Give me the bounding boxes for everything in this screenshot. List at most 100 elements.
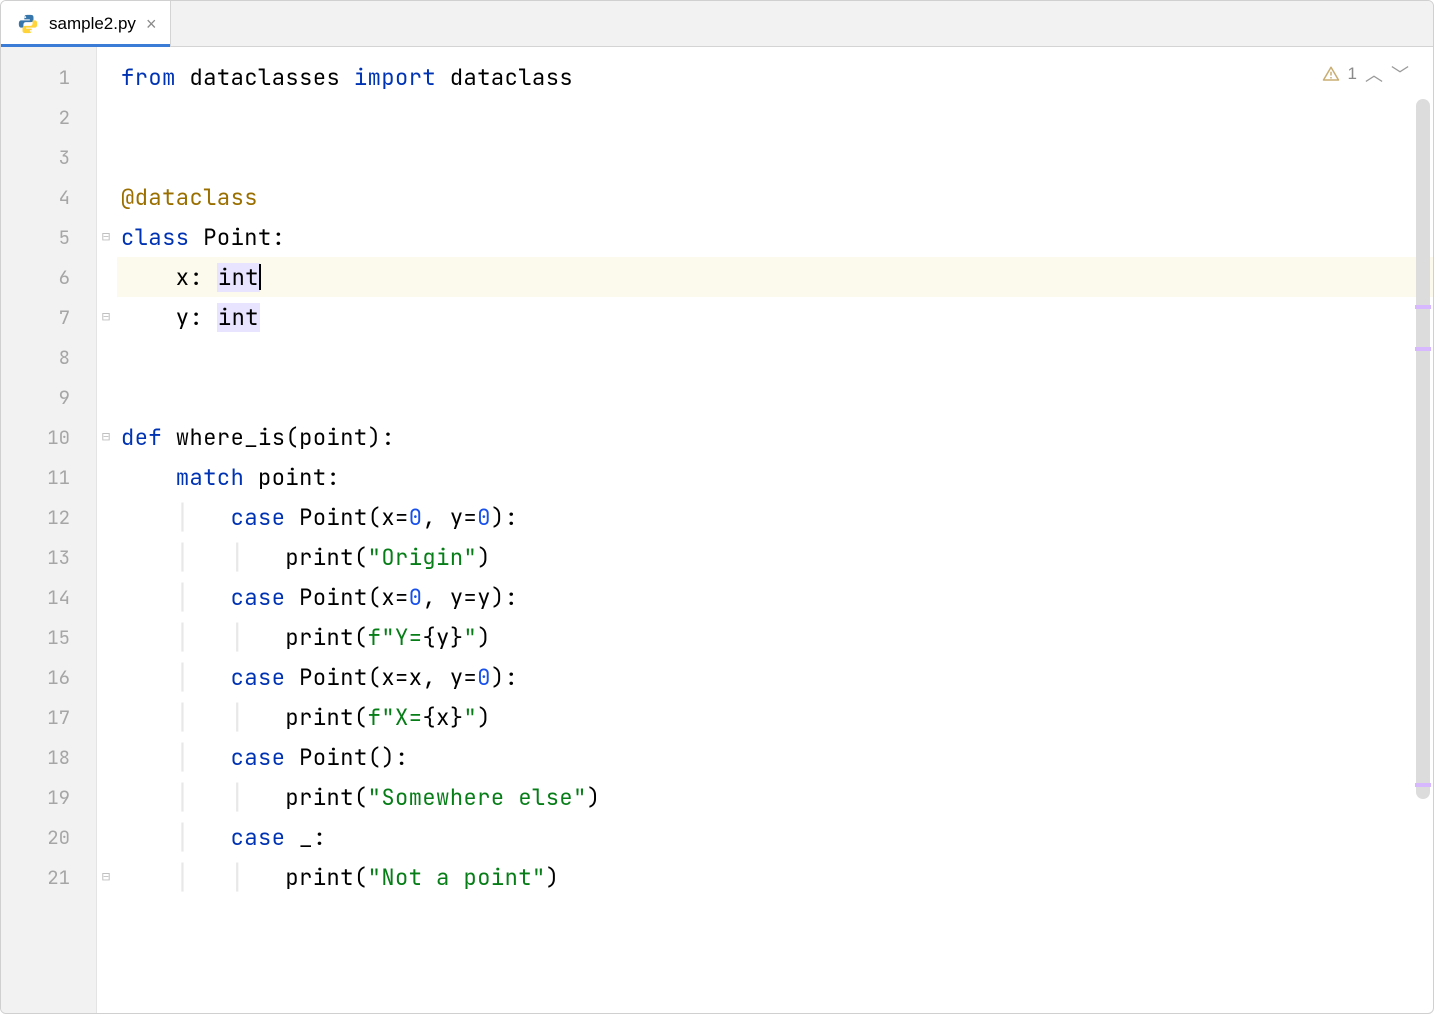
code-token: print( xyxy=(285,863,367,892)
vertical-scrollbar[interactable] xyxy=(1416,99,1430,799)
code-token: where_is xyxy=(176,423,286,452)
tab-bar: sample2.py × xyxy=(1,1,1433,47)
code-line[interactable]: │ │ print("Origin") xyxy=(117,537,1433,577)
line-number[interactable]: 19 xyxy=(1,777,96,817)
code-token xyxy=(121,623,176,652)
code-line[interactable]: @dataclass xyxy=(117,177,1433,217)
code-token: 0 xyxy=(409,503,423,532)
code-line[interactable]: from dataclasses import dataclass xyxy=(117,57,1433,97)
line-number[interactable]: 4 xyxy=(1,177,96,217)
line-number[interactable]: 7 xyxy=(1,297,96,337)
line-number[interactable]: 12 xyxy=(1,497,96,537)
code-line[interactable]: │ │ print(f"Y={y}") xyxy=(117,617,1433,657)
code-token: from xyxy=(121,63,190,92)
code-line[interactable] xyxy=(117,97,1433,137)
line-number[interactable]: 16 xyxy=(1,657,96,697)
code-line[interactable] xyxy=(117,337,1433,377)
code-token: dataclasses xyxy=(190,63,354,92)
code-line[interactable]: │ case Point(): xyxy=(117,737,1433,777)
code-token: Point: xyxy=(203,223,285,252)
code-token: print( xyxy=(285,783,367,812)
scrollbar-marker xyxy=(1415,347,1431,351)
code-token: def xyxy=(121,423,176,452)
code-line[interactable] xyxy=(117,377,1433,417)
code-line[interactable]: │ │ print(f"X={x}") xyxy=(117,697,1433,737)
code-token: "Somewhere else" xyxy=(368,783,587,812)
fold-strip[interactable]: ⊟ ⊟ ⊟ ⊟ xyxy=(97,47,117,1013)
code-token: Point(x= xyxy=(299,583,409,612)
python-file-icon xyxy=(17,13,39,35)
tab-sample2[interactable]: sample2.py × xyxy=(1,1,171,46)
code-line[interactable]: │ case Point(x=0, y=0): xyxy=(117,497,1433,537)
line-number[interactable]: 10 xyxy=(1,417,96,457)
code-area[interactable]: 1 ︿ ﹀ from dataclasses import dataclass @… xyxy=(117,47,1433,1013)
code-token: int xyxy=(217,263,260,292)
code-line[interactable]: │ case Point(x=0, y=y): xyxy=(117,577,1433,617)
code-token: , y=y): xyxy=(422,583,518,612)
code-token: f"Y= xyxy=(368,623,423,652)
code-token: @dataclass xyxy=(121,183,258,212)
code-token: print( xyxy=(285,703,367,732)
chevron-up-icon[interactable]: ︿ xyxy=(1365,61,1383,87)
line-number[interactable]: 18 xyxy=(1,737,96,777)
code-token: {x} xyxy=(422,703,463,732)
code-token: │ xyxy=(176,663,231,692)
code-token: ): xyxy=(491,663,518,692)
code-token: " xyxy=(464,623,478,652)
code-token: ) xyxy=(546,863,560,892)
code-token: f"X= xyxy=(368,703,423,732)
line-number[interactable]: 6 xyxy=(1,257,96,297)
fold-toggle-icon[interactable]: ⊟ xyxy=(97,868,115,886)
line-number[interactable]: 21 xyxy=(1,857,96,897)
code-token: case xyxy=(231,743,300,772)
line-number[interactable]: 13 xyxy=(1,537,96,577)
code-token: │ │ xyxy=(176,703,286,732)
line-number[interactable]: 1 xyxy=(1,57,96,97)
line-number-gutter[interactable]: 123456789101112131415161718192021 xyxy=(1,47,97,1013)
line-number[interactable]: 3 xyxy=(1,137,96,177)
editor-body: 123456789101112131415161718192021 ⊟⊟⊟⊟ 1… xyxy=(1,47,1433,1013)
code-token: ) xyxy=(477,623,491,652)
fold-toggle-icon[interactable]: ⊟ xyxy=(97,308,115,326)
code-token: import xyxy=(354,63,450,92)
fold-toggle-icon[interactable]: ⊟ xyxy=(97,228,115,246)
code-token: , y= xyxy=(422,503,477,532)
code-token: case xyxy=(231,823,300,852)
line-number[interactable]: 9 xyxy=(1,377,96,417)
code-token: point: xyxy=(258,463,340,492)
chevron-down-icon[interactable]: ﹀ xyxy=(1391,61,1409,87)
code-line[interactable]: def where_is(point): xyxy=(117,417,1433,457)
line-number[interactable]: 17 xyxy=(1,697,96,737)
fold-toggle-icon[interactable]: ⊟ xyxy=(97,428,115,446)
code-line[interactable]: x: int xyxy=(117,257,1433,297)
line-number[interactable]: 15 xyxy=(1,617,96,657)
code-token xyxy=(121,823,176,852)
code-token: case xyxy=(231,663,300,692)
code-token: ) xyxy=(587,783,601,812)
code-line[interactable]: │ │ print("Somewhere else") xyxy=(117,777,1433,817)
code-token: {y} xyxy=(422,623,463,652)
line-number[interactable]: 8 xyxy=(1,337,96,377)
code-line[interactable]: match point: xyxy=(117,457,1433,497)
code-line[interactable]: y: int xyxy=(117,297,1433,337)
code-line[interactable] xyxy=(117,137,1433,177)
code-line[interactable]: │ │ print("Not a point") xyxy=(117,857,1433,897)
line-number[interactable]: 11 xyxy=(1,457,96,497)
code-token: │ xyxy=(176,743,231,772)
code-token xyxy=(121,663,176,692)
code-token: ): xyxy=(491,503,518,532)
tab-close-icon[interactable]: × xyxy=(146,15,157,33)
code-line[interactable]: class Point: xyxy=(117,217,1433,257)
line-number[interactable]: 2 xyxy=(1,97,96,137)
code-line[interactable]: │ case Point(x=x, y=0): xyxy=(117,657,1433,697)
code-token: case xyxy=(231,583,300,612)
line-number[interactable]: 14 xyxy=(1,577,96,617)
code-line[interactable]: │ case _: xyxy=(117,817,1433,857)
line-number[interactable]: 20 xyxy=(1,817,96,857)
code-token xyxy=(121,703,176,732)
scrollbar-marker xyxy=(1415,783,1431,787)
line-number[interactable]: 5 xyxy=(1,217,96,257)
inspection-widget[interactable]: 1 ︿ ﹀ xyxy=(1322,61,1409,87)
code-token: dataclass xyxy=(450,63,573,92)
tab-filename: sample2.py xyxy=(49,14,136,34)
